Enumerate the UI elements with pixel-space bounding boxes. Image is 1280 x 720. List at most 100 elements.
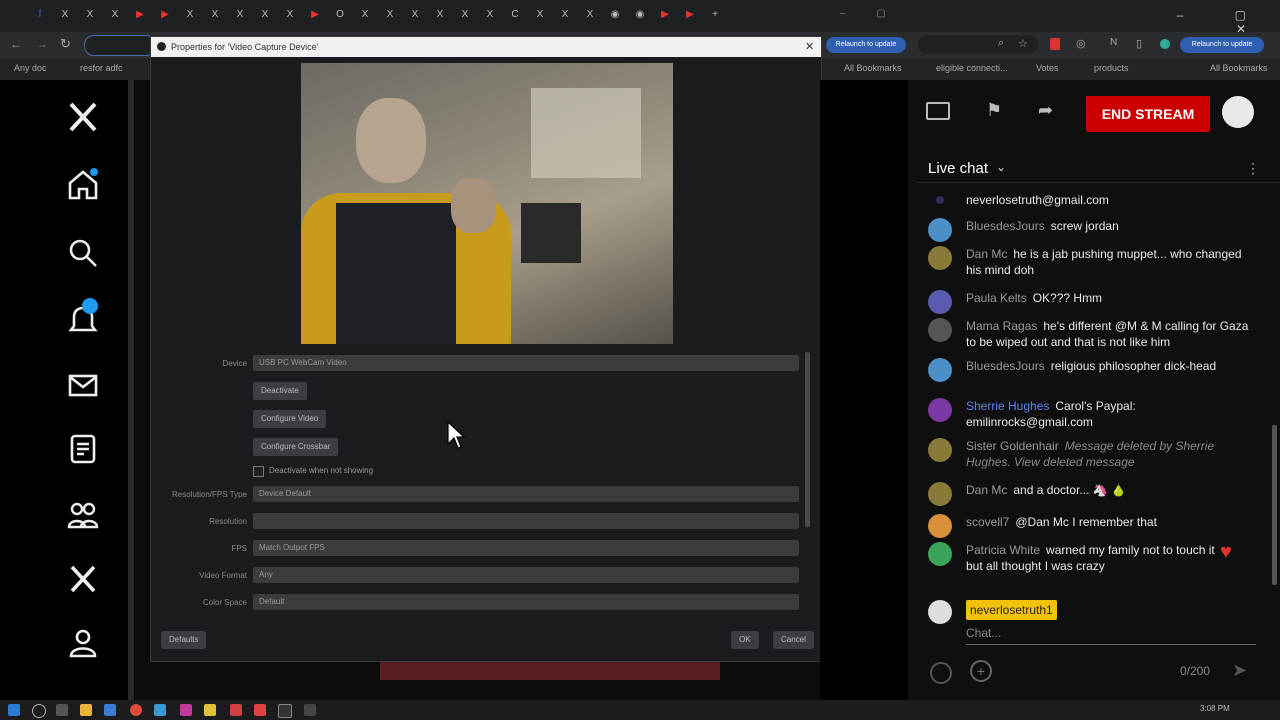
bookmark-item[interactable]: All Bookmarks — [1210, 63, 1268, 73]
taskbar-app-icon[interactable] — [154, 704, 166, 716]
more-options-icon[interactable]: ⋮ — [1246, 160, 1260, 177]
author-name[interactable]: scovell7 — [966, 515, 1009, 529]
browser-tab-icon[interactable]: C — [509, 9, 521, 21]
send-icon[interactable]: ➤ — [1232, 660, 1247, 681]
taskbar-app-icon[interactable] — [104, 704, 116, 716]
browser-tab-icon[interactable]: X — [109, 9, 121, 21]
avatar[interactable] — [928, 318, 952, 342]
bookmark-item[interactable]: eligible connecti... — [936, 63, 1008, 73]
ok-button[interactable]: OK — [731, 631, 759, 649]
emoji-icon[interactable] — [930, 662, 952, 684]
deactivate-button[interactable]: Deactivate — [253, 382, 307, 400]
profile-icon[interactable] — [66, 626, 100, 660]
browser-tab-icon[interactable]: X — [284, 9, 296, 21]
avatar[interactable] — [928, 358, 952, 382]
taskbar-app-icon[interactable] — [230, 704, 242, 716]
device-select[interactable]: USB PC WebCam Video — [253, 355, 799, 371]
chat-input[interactable]: Chat... — [966, 626, 1001, 640]
chevron-down-icon[interactable]: ⌄ — [996, 160, 1006, 174]
browser-tab-icon[interactable]: ▶ — [659, 9, 671, 21]
search-icon[interactable] — [66, 236, 100, 270]
profile-avatar[interactable] — [1160, 39, 1170, 49]
star-icon[interactable]: ☆ — [1018, 37, 1028, 50]
author-name[interactable]: Dan Mc — [966, 247, 1007, 261]
start-icon[interactable] — [8, 704, 20, 716]
avatar[interactable] — [928, 218, 952, 242]
browser-tab-icon[interactable]: X — [459, 9, 471, 21]
browser-tab-icon[interactable]: ▶ — [159, 9, 171, 21]
lists-icon[interactable] — [66, 432, 100, 466]
configure-crossbar-button[interactable]: Configure Crossbar — [253, 438, 339, 456]
channel-avatar[interactable] — [1222, 96, 1254, 128]
extension-icon-2[interactable]: ◎ — [1076, 37, 1086, 50]
browser-tab-icon[interactable]: f — [34, 9, 46, 21]
author-name[interactable]: BluesdesJours — [966, 219, 1045, 233]
x-logo-icon[interactable] — [66, 100, 100, 134]
author-name[interactable]: Paula Kelts — [966, 291, 1027, 305]
bookmark-icon[interactable]: ⚑ — [986, 100, 1002, 121]
forward-icon[interactable]: → — [36, 37, 48, 51]
bookmark-item[interactable]: products — [1094, 63, 1129, 73]
avatar[interactable] — [928, 438, 952, 462]
sidebar-toggle-icon[interactable]: ▯ — [1136, 37, 1142, 50]
browser-tab-icon[interactable]: X — [584, 9, 596, 21]
form-scrollbar[interactable] — [805, 352, 810, 527]
bookmark-item[interactable]: Any doc — [14, 63, 47, 73]
color-space-select[interactable]: Default — [253, 594, 799, 610]
browser-tab-icon[interactable]: ▶ — [684, 9, 696, 21]
avatar[interactable] — [928, 246, 952, 270]
avatar[interactable] — [928, 398, 952, 422]
url-field[interactable] — [84, 35, 156, 56]
browser-tab-icon[interactable]: X — [259, 9, 271, 21]
browser-tab-icon[interactable]: X — [559, 9, 571, 21]
avatar[interactable] — [928, 514, 952, 538]
obs-taskbar-icon[interactable] — [278, 704, 292, 718]
add-icon[interactable]: + — [970, 660, 992, 682]
author-name[interactable]: Sherrie Hughes — [966, 399, 1049, 413]
file-explorer-icon[interactable] — [80, 704, 92, 716]
author-name[interactable]: Dan Mc — [966, 483, 1007, 497]
url-field-right[interactable]: ⌕ ☆ — [918, 35, 1038, 54]
taskbar-app-icon[interactable] — [204, 704, 216, 716]
fps-select[interactable]: Match Output FPS — [253, 540, 799, 556]
end-stream-button[interactable]: END STREAM — [1086, 96, 1210, 132]
avatar[interactable] — [928, 482, 952, 506]
resolution-type-select[interactable]: Device Default — [253, 486, 799, 502]
browser-tab-icon[interactable]: X — [234, 9, 246, 21]
search-icon[interactable] — [32, 704, 46, 718]
browser-tab-icon[interactable]: ◉ — [609, 9, 621, 21]
author-name[interactable]: Patricia White — [966, 543, 1040, 557]
bookmark-item[interactable]: Votes — [1036, 63, 1059, 73]
author-name[interactable]: BluesdesJours — [966, 359, 1045, 373]
browser-tab-icon[interactable]: ◉ — [634, 9, 646, 21]
deactivate-checkbox[interactable] — [253, 466, 264, 477]
browser-tab-icon[interactable]: X — [534, 9, 546, 21]
scrollbar[interactable] — [128, 80, 134, 700]
browser-tab-icon[interactable]: X — [484, 9, 496, 21]
configure-video-button[interactable]: Configure Video — [253, 410, 327, 428]
reload-icon[interactable]: ↻ — [60, 36, 71, 52]
defaults-button[interactable]: Defaults — [161, 631, 207, 649]
browser-tab-icon[interactable]: X — [434, 9, 446, 21]
taskbar-app-icon[interactable] — [254, 704, 266, 716]
taskbar-app-icon[interactable] — [180, 704, 192, 716]
home-icon[interactable] — [66, 168, 100, 202]
relaunch-update-button-left[interactable]: Relaunch to update — [826, 37, 906, 53]
window-controls-right[interactable]: ‒ ▢ ✕ — [1160, 8, 1270, 36]
clock[interactable]: 3:08 PM — [1200, 704, 1230, 713]
task-view-icon[interactable] — [56, 704, 68, 716]
share-icon[interactable]: ➦ — [1038, 100, 1053, 121]
cancel-button[interactable]: Cancel — [773, 631, 814, 649]
browser-tab-icon[interactable]: X — [359, 9, 371, 21]
theater-icon[interactable] — [926, 102, 950, 120]
search-icon[interactable]: ⌕ — [998, 37, 1004, 50]
bookmark-item[interactable]: All Bookmarks — [844, 63, 902, 73]
chat-scrollbar[interactable] — [1272, 425, 1277, 585]
heart-reaction-icon[interactable]: ♥ — [1220, 542, 1232, 562]
relaunch-update-button[interactable]: Relaunch to update — [1180, 37, 1264, 53]
chrome-icon[interactable] — [130, 704, 142, 716]
resolution-select[interactable] — [253, 513, 799, 529]
author-name[interactable]: Sister Goldenhair — [966, 439, 1059, 453]
live-chat-title[interactable]: Live chat — [928, 160, 988, 177]
browser-tab-icon[interactable]: X — [209, 9, 221, 21]
